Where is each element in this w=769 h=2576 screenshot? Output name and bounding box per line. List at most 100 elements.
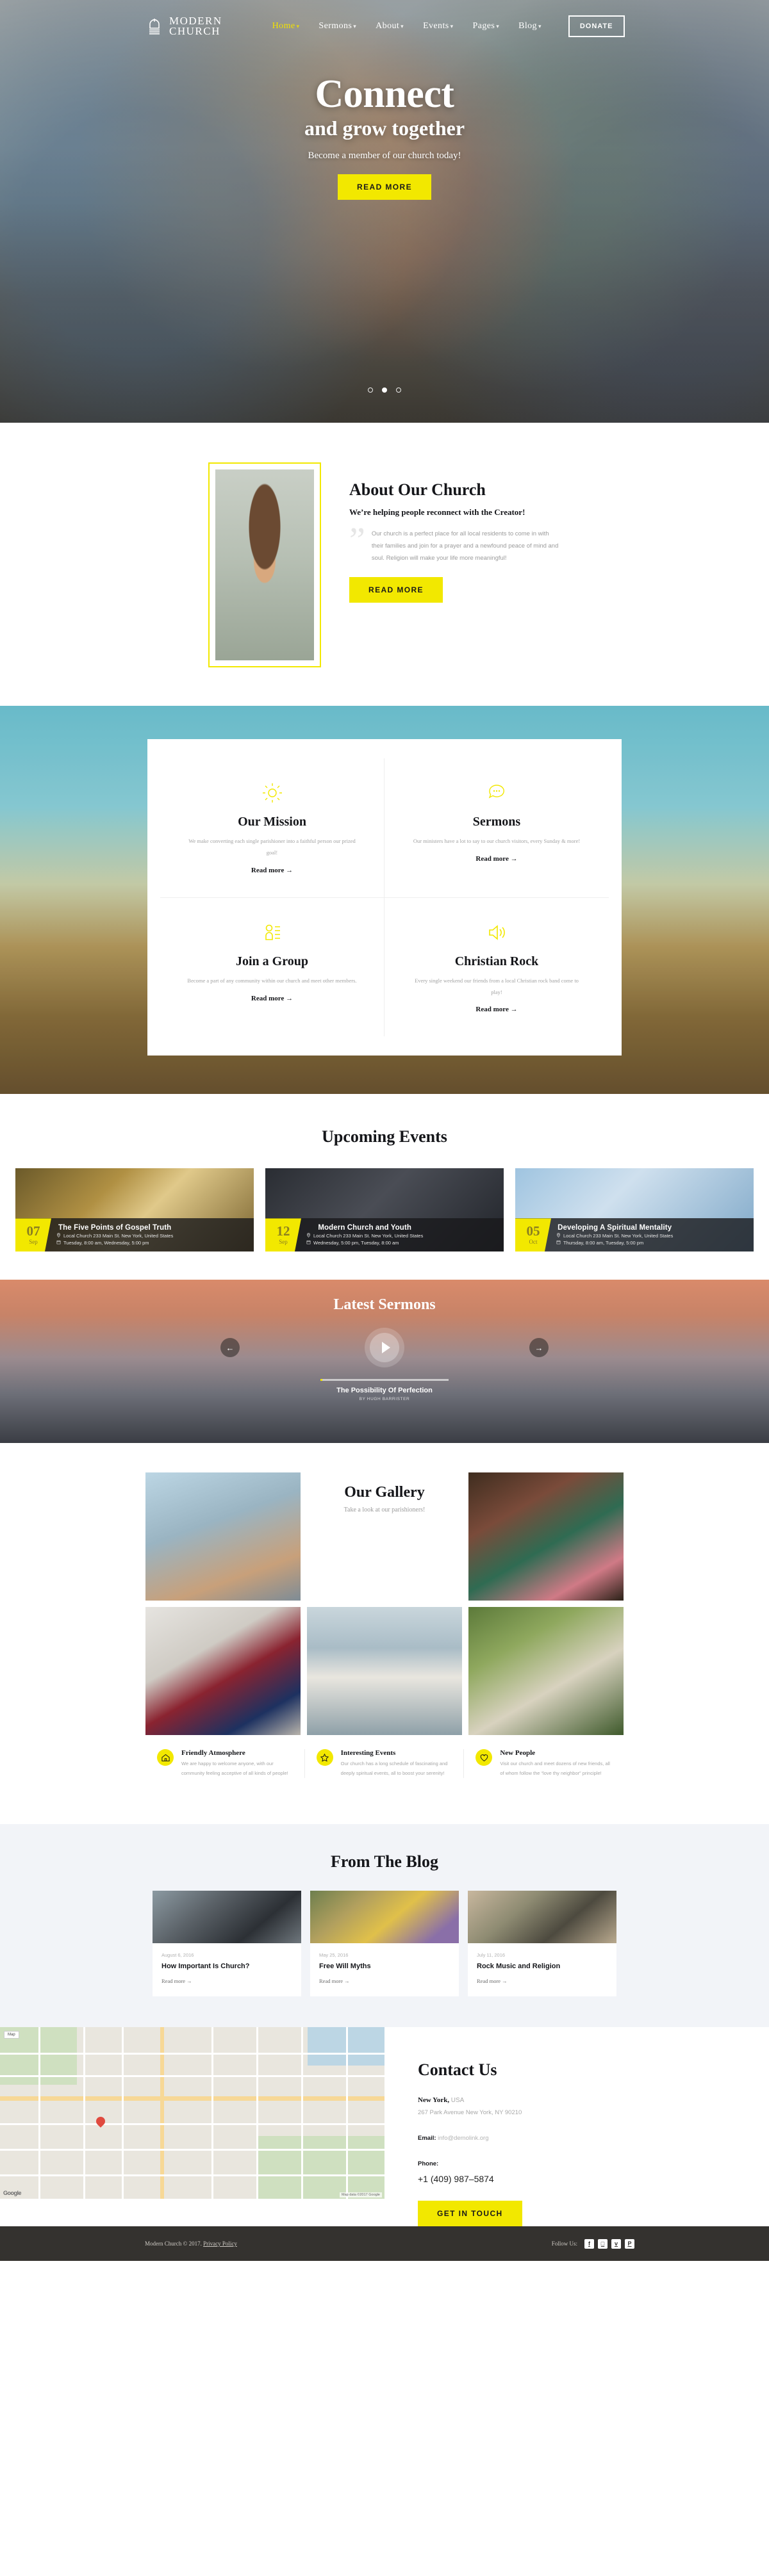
blog-date: August 6, 2016 [161, 1952, 194, 1959]
events-title: Upcoming Events [322, 1127, 447, 1146]
nav-item-blog[interactable]: Blog ▾ [518, 21, 542, 31]
blog-post-title: Rock Music and Religion [477, 1962, 561, 1971]
donate-button[interactable]: DONATE [568, 15, 625, 37]
contact-phone-value[interactable]: +1 (409) 987–5874 [418, 2171, 522, 2188]
site-logo[interactable]: MODERN CHURCH [145, 15, 222, 37]
calendar-icon [56, 1240, 61, 1246]
event-month: Sep [279, 1239, 288, 1246]
service-read-more-link[interactable]: Read more → [475, 1006, 517, 1013]
event-day: 07 [26, 1223, 40, 1239]
logo-line-2: CHURCH [169, 25, 220, 37]
gallery-image-3[interactable] [145, 1607, 301, 1736]
event-card[interactable]: 12 Sep Modern Church and Youth Local Chu… [265, 1168, 504, 1252]
chevron-down-icon: ▾ [450, 23, 454, 29]
sermons-title: Latest Sermons [333, 1296, 436, 1314]
services-card: Our Mission We make converting each sing… [147, 739, 622, 1056]
slider-dot-1[interactable] [367, 387, 373, 393]
blog-read-more-link[interactable]: Read more → [477, 1978, 508, 1984]
map-toggle-button[interactable]: Map [4, 2031, 19, 2039]
about-body: Our church is a perfect place for all lo… [371, 530, 559, 562]
nav-item-pages[interactable]: Pages ▾ [473, 21, 500, 31]
service-read-more-link[interactable]: Read more → [475, 855, 517, 863]
blog-read-more-link[interactable]: Read more → [319, 1978, 350, 1984]
event-time: Thursday, 8:00 am, Tuesday, 5:00 pm [563, 1240, 644, 1246]
instagram-icon[interactable]: □ [598, 2238, 608, 2249]
blog-post-title: How Important Is Church? [161, 1962, 250, 1971]
feature-item: Friendly Atmosphere We are happy to welc… [145, 1749, 305, 1779]
twitter-icon[interactable]: ᴠ [611, 2238, 621, 2249]
services-section: Our Mission We make converting each sing… [0, 706, 769, 1095]
contact-city: New York, [418, 2096, 450, 2105]
service-read-more-link[interactable]: Read more → [251, 867, 293, 874]
nav-item-home[interactable]: Home ▾ [272, 21, 300, 31]
slider-dot-3[interactable] [396, 387, 402, 393]
get-in-touch-button[interactable]: GET IN TOUCH [418, 2201, 522, 2226]
map-marker-icon [56, 1233, 61, 1239]
blog-card[interactable]: July 11, 2016 Rock Music and Religion Re… [468, 1891, 616, 1997]
service-card[interactable]: Our Mission We make converting each sing… [160, 758, 384, 898]
nav-item-label: About [376, 21, 400, 31]
hero-read-more-button[interactable]: READ MORE [338, 174, 431, 200]
hero-tagline: Become a member of our church today! [308, 151, 461, 161]
contact-section: Map Google Map data ©2017 Google Contact… [0, 2027, 769, 2226]
event-location: Local Church 233 Main St. New York, Unit… [313, 1233, 424, 1239]
contact-country: USA [451, 2097, 465, 2105]
chevron-down-icon: ▾ [401, 23, 404, 29]
gallery-image-4[interactable] [307, 1607, 462, 1736]
service-text: Our ministers have a lot to say to our c… [413, 838, 581, 844]
chevron-down-icon: ▾ [538, 23, 542, 29]
map-credit: Map data ©2017 Google [339, 2192, 382, 2198]
nav-item-sermons[interactable]: Sermons ▾ [318, 21, 356, 31]
service-read-more-link[interactable]: Read more → [251, 995, 293, 1002]
service-title: Sermons [472, 815, 521, 829]
pinterest-icon[interactable]: P [625, 2238, 634, 2249]
footer-social: Follow Us: f □ ᴠ P [552, 2238, 637, 2249]
sermon-progress-bar[interactable] [320, 1379, 449, 1382]
facebook-icon[interactable]: f [584, 2238, 594, 2249]
contact-email-value[interactable]: info@demolink.org [438, 2135, 488, 2142]
hero-subtitle: and grow together [304, 117, 465, 140]
nav-links: Home ▾ Sermons ▾ About ▾ Events ▾ Pages ▾ Blog ▾ [272, 21, 542, 31]
sermon-next-button[interactable]: → [529, 1338, 549, 1358]
sermons-section: Latest Sermons ← → The Possibility Of Pe… [0, 1280, 769, 1444]
sermon-play-button[interactable] [365, 1328, 404, 1368]
quote-icon: ” [349, 521, 365, 560]
nav-item-events[interactable]: Events ▾ [423, 21, 453, 31]
chevron-down-icon: ▾ [496, 23, 500, 29]
event-title: The Five Points of Gospel Truth [58, 1224, 172, 1232]
hero-slider-dots[interactable] [0, 384, 769, 396]
about-read-more-button[interactable]: READ MORE [349, 577, 443, 603]
sermon-prev-button[interactable]: ← [220, 1338, 240, 1358]
service-card[interactable]: Join a Group Become a part of any commun… [160, 897, 384, 1037]
gallery-image-2[interactable] [468, 1472, 624, 1601]
star-icon [316, 1749, 333, 1766]
service-text: We make converting each single parishion… [188, 838, 356, 856]
blog-date: May 25, 2016 [319, 1952, 349, 1959]
blog-card[interactable]: May 25, 2016 Free Will Myths Read more → [310, 1891, 459, 1997]
gallery-image-1[interactable] [145, 1472, 301, 1601]
privacy-policy-link[interactable]: Privacy Policy [203, 2240, 237, 2247]
event-card[interactable]: 05 Oct Developing A Spiritual Mentality … [515, 1168, 754, 1252]
gallery-image-5[interactable] [468, 1607, 624, 1736]
about-portrait-image [215, 469, 314, 660]
google-logo: Google [3, 2190, 22, 2197]
blog-read-more-link[interactable]: Read more → [161, 1978, 192, 1984]
about-photo-frame [208, 462, 321, 667]
slider-dot-2[interactable] [382, 387, 387, 393]
feature-item: New People Visit our church and meet doz… [464, 1749, 624, 1778]
sermon-player: ← → [0, 1328, 769, 1368]
service-card[interactable]: Sermons Our ministers have a lot to say … [384, 758, 609, 898]
hero-section: MODERN CHURCH Home ▾ Sermons ▾ About ▾ Events ▾… [0, 0, 769, 423]
blog-card[interactable]: August 6, 2016 How Important Is Church? … [153, 1891, 301, 1997]
home-icon [157, 1749, 174, 1766]
contact-map[interactable]: Map Google Map data ©2017 Google [0, 2027, 384, 2199]
about-subheading: We’re helping people reconnect with the … [349, 507, 525, 517]
blog-image [468, 1891, 616, 1944]
service-card[interactable]: Christian Rock Every single weekend our … [384, 898, 609, 1037]
feature-text: Our church has a long schedule of fascin… [340, 1761, 448, 1777]
map-marker-icon [306, 1233, 311, 1239]
event-day: 12 [276, 1223, 290, 1239]
event-card[interactable]: 07 Sep The Five Points of Gospel Truth L… [15, 1168, 254, 1252]
sermon-track-title: The Possibility Of Perfection [336, 1387, 433, 1395]
nav-item-about[interactable]: About ▾ [376, 21, 404, 31]
